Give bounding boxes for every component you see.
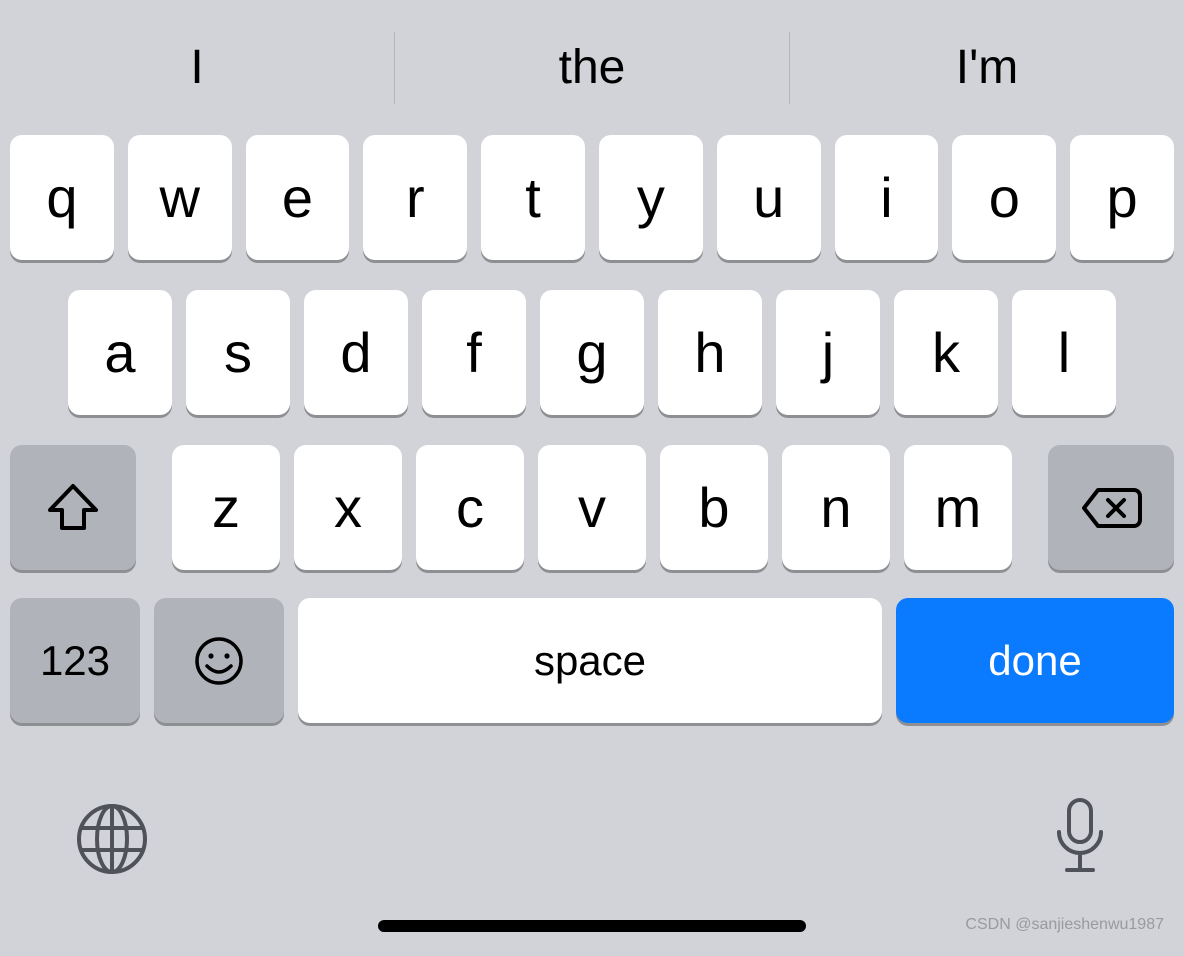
- suggestion-1[interactable]: the: [395, 40, 789, 95]
- key-j[interactable]: j: [776, 290, 880, 415]
- key-t[interactable]: t: [481, 135, 585, 260]
- key-g[interactable]: g: [540, 290, 644, 415]
- key-b[interactable]: b: [660, 445, 768, 570]
- suggestion-bar: I the I'm: [0, 0, 1184, 135]
- key-y[interactable]: y: [599, 135, 703, 260]
- shift-key[interactable]: [10, 445, 136, 570]
- key-p[interactable]: p: [1070, 135, 1174, 260]
- key-c[interactable]: c: [416, 445, 524, 570]
- keyboard: q w e r t y u i o p a s d f g h j k l z …: [0, 135, 1184, 723]
- emoji-icon: [194, 636, 244, 686]
- key-f[interactable]: f: [422, 290, 526, 415]
- key-d[interactable]: d: [304, 290, 408, 415]
- numbers-key[interactable]: 123: [10, 598, 140, 723]
- backspace-key[interactable]: [1048, 445, 1174, 570]
- shift-icon: [46, 482, 100, 534]
- key-s[interactable]: s: [186, 290, 290, 415]
- watermark: CSDN @sanjieshenwu1987: [965, 916, 1164, 934]
- globe-button[interactable]: [75, 802, 149, 876]
- home-indicator[interactable]: [378, 920, 806, 932]
- key-h[interactable]: h: [658, 290, 762, 415]
- space-key[interactable]: space: [298, 598, 882, 723]
- backspace-icon: [1080, 486, 1142, 530]
- key-k[interactable]: k: [894, 290, 998, 415]
- key-o[interactable]: o: [952, 135, 1056, 260]
- key-n[interactable]: n: [782, 445, 890, 570]
- done-key[interactable]: done: [896, 598, 1174, 723]
- key-z[interactable]: z: [172, 445, 280, 570]
- key-x[interactable]: x: [294, 445, 402, 570]
- key-w[interactable]: w: [128, 135, 232, 260]
- bottom-bar: CSDN @sanjieshenwu1987: [0, 756, 1184, 956]
- key-u[interactable]: u: [717, 135, 821, 260]
- key-q[interactable]: q: [10, 135, 114, 260]
- mic-button[interactable]: [1051, 796, 1109, 876]
- emoji-key[interactable]: [154, 598, 284, 723]
- suggestion-0[interactable]: I: [0, 40, 394, 95]
- globe-icon: [75, 802, 149, 876]
- key-i[interactable]: i: [835, 135, 939, 260]
- suggestion-2[interactable]: I'm: [790, 40, 1184, 95]
- key-l[interactable]: l: [1012, 290, 1116, 415]
- key-e[interactable]: e: [246, 135, 350, 260]
- key-v[interactable]: v: [538, 445, 646, 570]
- key-m[interactable]: m: [904, 445, 1012, 570]
- key-r[interactable]: r: [363, 135, 467, 260]
- key-a[interactable]: a: [68, 290, 172, 415]
- microphone-icon: [1051, 796, 1109, 876]
